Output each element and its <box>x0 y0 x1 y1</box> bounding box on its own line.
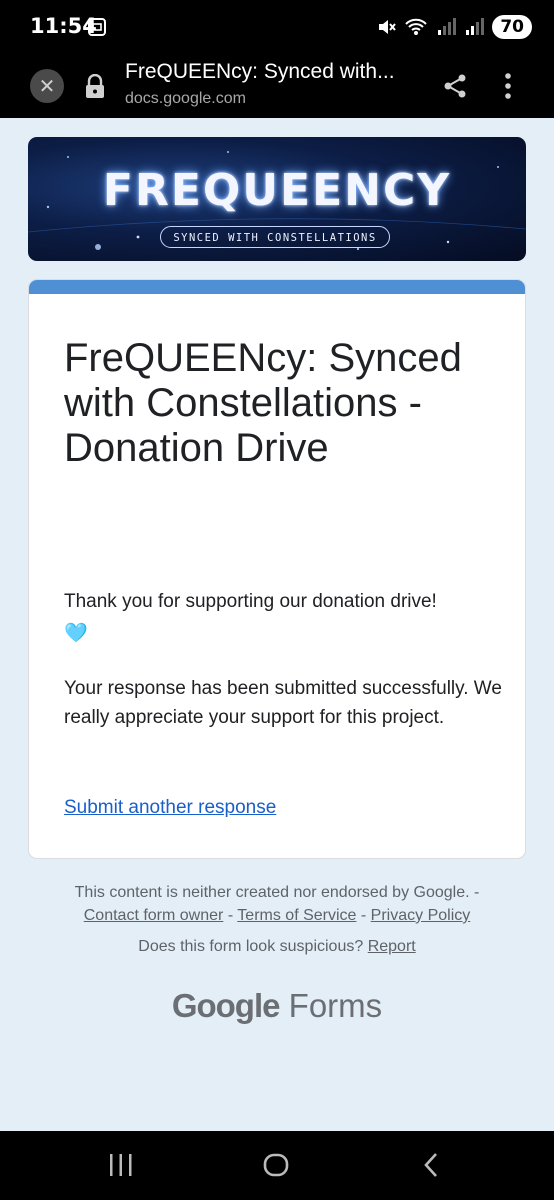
form-title: FreQUEENcy: Synced with Constellations -… <box>64 336 462 470</box>
logo-google-text: Google <box>171 987 281 1024</box>
status-time: 11:54 <box>30 14 97 38</box>
logo-forms-text: Forms <box>288 987 383 1024</box>
page-url[interactable]: docs.google.com <box>125 90 246 108</box>
form-footer: This content is neither created nor endo… <box>0 881 554 927</box>
close-tab-button[interactable]: ✕ <box>30 69 64 103</box>
share-icon[interactable] <box>442 73 468 99</box>
contact-form-owner-link[interactable]: Contact form owner <box>84 907 224 924</box>
signal-icon <box>438 18 457 35</box>
thank-you-message: Thank you for supporting our donation dr… <box>64 587 504 648</box>
card-accent-bar <box>29 280 525 294</box>
close-icon: ✕ <box>38 75 56 98</box>
status-icons: 70 <box>376 15 532 39</box>
back-icon[interactable] <box>420 1151 442 1179</box>
disclaimer-text: This content is neither created nor endo… <box>74 884 470 901</box>
signal-icon-2 <box>466 18 485 35</box>
status-bar: 11:54 70 <box>0 0 554 56</box>
suspicious-notice: Does this form look suspicious? Report <box>0 938 554 956</box>
browser-toolbar: ✕ FreQUEENcy: Synced with... docs.google… <box>0 56 554 118</box>
thank-you-text: Thank you for supporting our donation dr… <box>64 591 437 612</box>
suspicious-text: Does this form look suspicious? <box>138 938 364 955</box>
banner-title: FREQUEENCY <box>102 165 452 216</box>
screenshot-icon <box>88 18 106 36</box>
mute-icon <box>379 20 397 34</box>
separator: - <box>227 907 234 924</box>
response-message: Your response has been submitted success… <box>64 678 502 728</box>
recent-apps-icon[interactable] <box>108 1151 134 1179</box>
wifi-icon <box>405 18 428 35</box>
banner-subtitle: SYNCED WITH CONSTELLATIONS <box>160 226 390 248</box>
battery-indicator: 70 <box>492 15 532 39</box>
page-title[interactable]: FreQUEENcy: Synced with... <box>125 60 395 84</box>
navigation-bar <box>0 1131 554 1200</box>
privacy-policy-link[interactable]: Privacy Policy <box>371 907 471 924</box>
separator: - <box>360 907 367 924</box>
more-options-icon[interactable] <box>500 71 516 101</box>
google-forms-logo[interactable]: Google Forms <box>0 987 554 1025</box>
separator: - <box>474 884 480 901</box>
blue-heart-icon: 🩵 <box>64 623 88 644</box>
confirmation-card: FreQUEENcy: Synced with Constellations -… <box>28 279 526 859</box>
terms-of-service-link[interactable]: Terms of Service <box>237 907 356 924</box>
lock-icon[interactable] <box>84 74 106 100</box>
report-link[interactable]: Report <box>368 938 416 955</box>
submit-another-response-link[interactable]: Submit another response <box>64 797 276 819</box>
form-banner: FREQUEENCY SYNCED WITH CONSTELLATIONS <box>28 137 526 261</box>
home-icon[interactable] <box>262 1151 290 1179</box>
